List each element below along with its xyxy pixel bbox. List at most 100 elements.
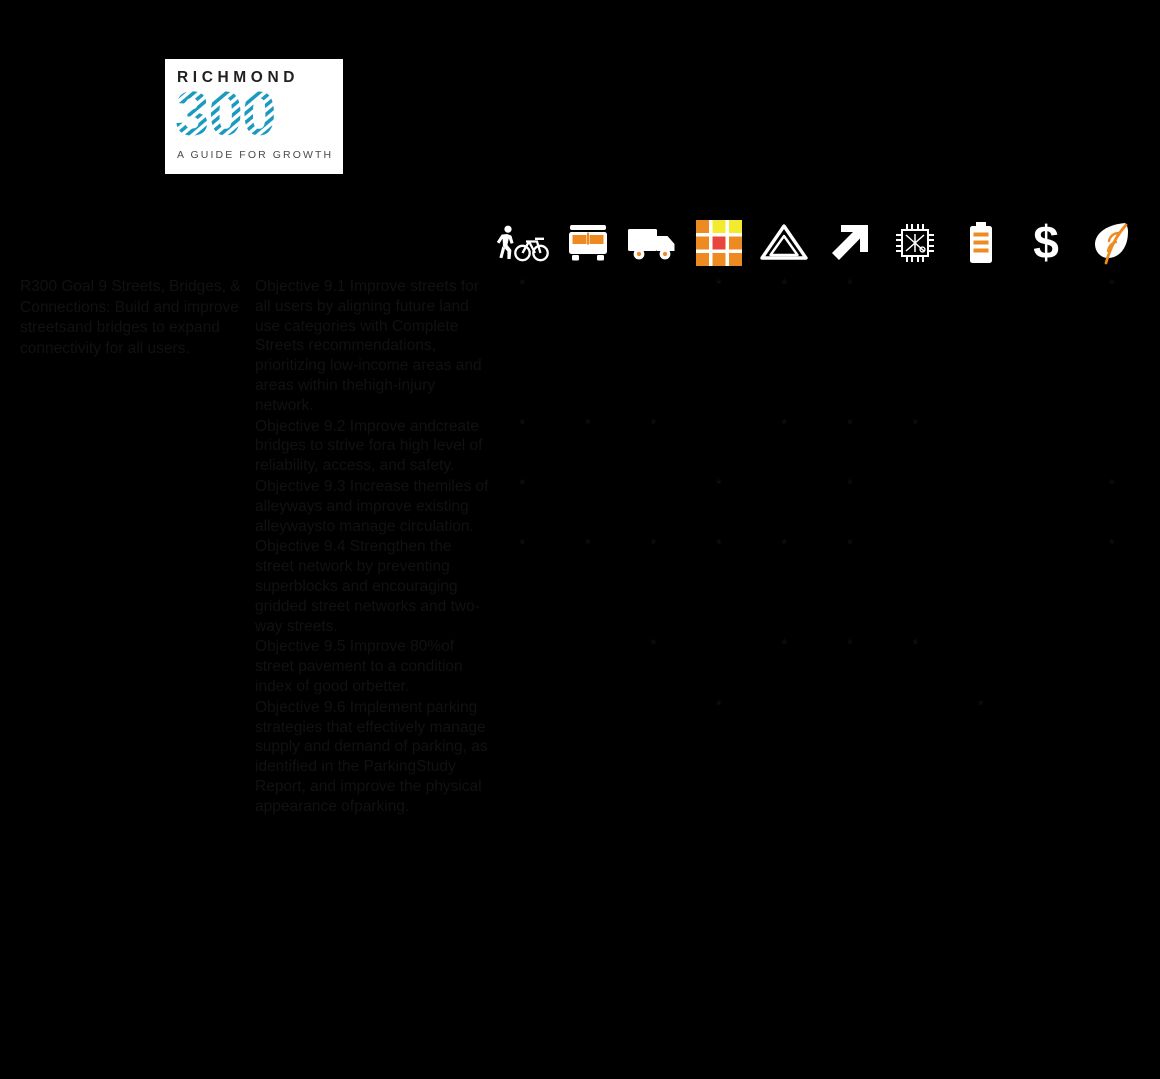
land-use-grid-icon — [687, 211, 752, 275]
asterisk-mark: * — [519, 475, 526, 493]
asterisk-mark: * — [584, 415, 591, 433]
asterisk-mark: * — [715, 696, 722, 714]
mark-cell-9.3-land_use: * — [685, 475, 752, 538]
top-blank-1 — [489, 6, 556, 209]
svg-text:$: $ — [1033, 220, 1059, 266]
asterisk-mark: * — [846, 536, 853, 554]
mark-cell-9.3-freight — [620, 475, 687, 538]
richmond-300-logo: RICHMOND 300 A GUIDE FOR GROWTH — [165, 59, 343, 174]
mark-cell-9.5-freight: * — [620, 636, 687, 698]
column-header-growth[interactable] — [816, 208, 883, 277]
table-row: R300 Goal 9 Streets, Bridges, & Connecti… — [19, 276, 1145, 818]
asterisk-mark: * — [846, 415, 853, 433]
mark-cell-9.1-ped_bike: * — [489, 276, 556, 417]
asterisk-mark: * — [519, 276, 526, 293]
mark-cell-9.1-transit — [554, 276, 621, 417]
asterisk-mark: * — [1108, 276, 1115, 293]
mark-cell-9.2-land_use — [685, 415, 752, 477]
objective-text-cell: Objective 9.1 Improve streets for all us… — [254, 276, 490, 417]
column-header-technology[interactable] — [882, 208, 949, 277]
column-header-ped_bike[interactable] — [489, 208, 556, 277]
asterisk-mark: * — [650, 536, 657, 554]
mark-cell-9.6-safety — [751, 696, 818, 818]
mark-cell-9.5-technology: * — [882, 636, 949, 698]
logo-brand-text: RICHMOND — [177, 69, 300, 86]
bus-icon — [556, 211, 621, 275]
mark-cell-9.2-ped_bike: * — [489, 415, 556, 477]
mark-cell-9.6-ped_bike — [489, 696, 556, 818]
svg-text:300: 300 — [175, 88, 275, 142]
column-header-freight[interactable] — [620, 208, 687, 277]
mark-cell-9.6-funding — [1013, 696, 1080, 818]
objective-text-cell: Objective 9.6 Implement parking strategi… — [254, 696, 490, 818]
mark-cell-9.3-technology — [882, 475, 949, 538]
mark-cell-9.1-energy — [947, 276, 1014, 417]
asterisk-mark: * — [846, 276, 853, 293]
asterisk-mark: * — [781, 636, 788, 654]
mark-cell-9.2-transit: * — [554, 415, 621, 477]
mark-cell-9.5-safety: * — [751, 636, 818, 698]
objective-column-header — [254, 208, 490, 277]
mark-cell-9.2-technology: * — [882, 415, 949, 477]
mark-cell-9.5-land_use — [685, 636, 752, 698]
mark-cell-9.6-growth — [816, 696, 883, 818]
mark-cell-9.2-funding — [1013, 415, 1080, 477]
mark-cell-9.3-funding — [1013, 475, 1080, 538]
mark-cell-9.4-freight: * — [620, 536, 687, 638]
asterisk-mark: * — [650, 636, 657, 654]
column-header-energy[interactable] — [947, 208, 1014, 277]
top-blank-9 — [1013, 6, 1080, 209]
top-blank-4 — [685, 6, 752, 209]
objective-text-cell: Objective 9.2 Improve andcreate bridges … — [254, 415, 490, 477]
mark-cell-9.3-ped_bike: * — [489, 475, 556, 538]
mark-cell-9.5-energy — [947, 636, 1014, 698]
column-header-transit[interactable] — [554, 208, 621, 277]
asterisk-mark: * — [846, 475, 853, 493]
column-header-funding[interactable]: $ — [1013, 208, 1080, 277]
objectives-matrix-table: RICHMOND 300 A GUIDE FOR GROWTH $ R300 G… — [19, 6, 1145, 818]
asterisk-mark: * — [715, 536, 722, 554]
mark-cell-9.3-environment: * — [1078, 475, 1145, 538]
mark-cell-9.3-safety — [751, 475, 818, 538]
up-right-arrow-icon — [818, 211, 883, 275]
goal-description-cell: R300 Goal 9 Streets, Bridges, & Connecti… — [19, 276, 255, 818]
mark-cell-9.4-technology — [882, 536, 949, 638]
battery-icon — [949, 211, 1014, 275]
mark-cell-9.4-energy — [947, 536, 1014, 638]
column-header-land_use[interactable] — [685, 208, 752, 277]
asterisk-mark: * — [715, 276, 722, 293]
mark-cell-9.3-energy — [947, 475, 1014, 538]
mark-cell-9.2-freight: * — [620, 415, 687, 477]
asterisk-mark: * — [912, 636, 919, 654]
goal-column-header — [19, 208, 255, 277]
mark-cell-9.1-growth: * — [816, 276, 883, 417]
mark-cell-9.5-environment — [1078, 636, 1145, 698]
mark-cell-9.1-safety: * — [751, 276, 818, 417]
column-header-safety[interactable] — [751, 208, 818, 277]
mark-cell-9.5-ped_bike — [489, 636, 556, 698]
mark-cell-9.1-funding — [1013, 276, 1080, 417]
objective-text-cell: Objective 9.4 Strengthen the street netw… — [254, 536, 490, 638]
page-root: RICHMOND 300 A GUIDE FOR GROWTH $ R300 G… — [0, 0, 1160, 1079]
microchip-icon — [883, 211, 948, 275]
asterisk-mark: * — [1108, 536, 1115, 554]
leaf-icon — [1080, 211, 1145, 275]
asterisk-mark: * — [781, 276, 788, 293]
top-blank-7 — [882, 6, 949, 209]
mark-cell-9.6-environment — [1078, 696, 1145, 818]
mark-cell-9.4-funding — [1013, 536, 1080, 638]
asterisk-mark: * — [781, 415, 788, 433]
mark-cell-9.4-land_use: * — [685, 536, 752, 638]
mark-cell-9.3-transit — [554, 475, 621, 538]
mark-cell-9.6-freight — [620, 696, 687, 818]
column-header-environment[interactable] — [1078, 208, 1145, 277]
top-blank-5 — [751, 6, 818, 209]
logo-300-graphic: 300 — [175, 80, 276, 149]
mark-cell-9.3-growth: * — [816, 475, 883, 538]
mark-cell-9.2-environment — [1078, 415, 1145, 477]
mark-cell-9.1-land_use: * — [685, 276, 752, 417]
mark-cell-9.6-energy: * — [947, 696, 1014, 818]
mark-cell-9.6-transit — [554, 696, 621, 818]
top-blank-2 — [554, 6, 621, 209]
mark-cell-9.1-technology — [882, 276, 949, 417]
